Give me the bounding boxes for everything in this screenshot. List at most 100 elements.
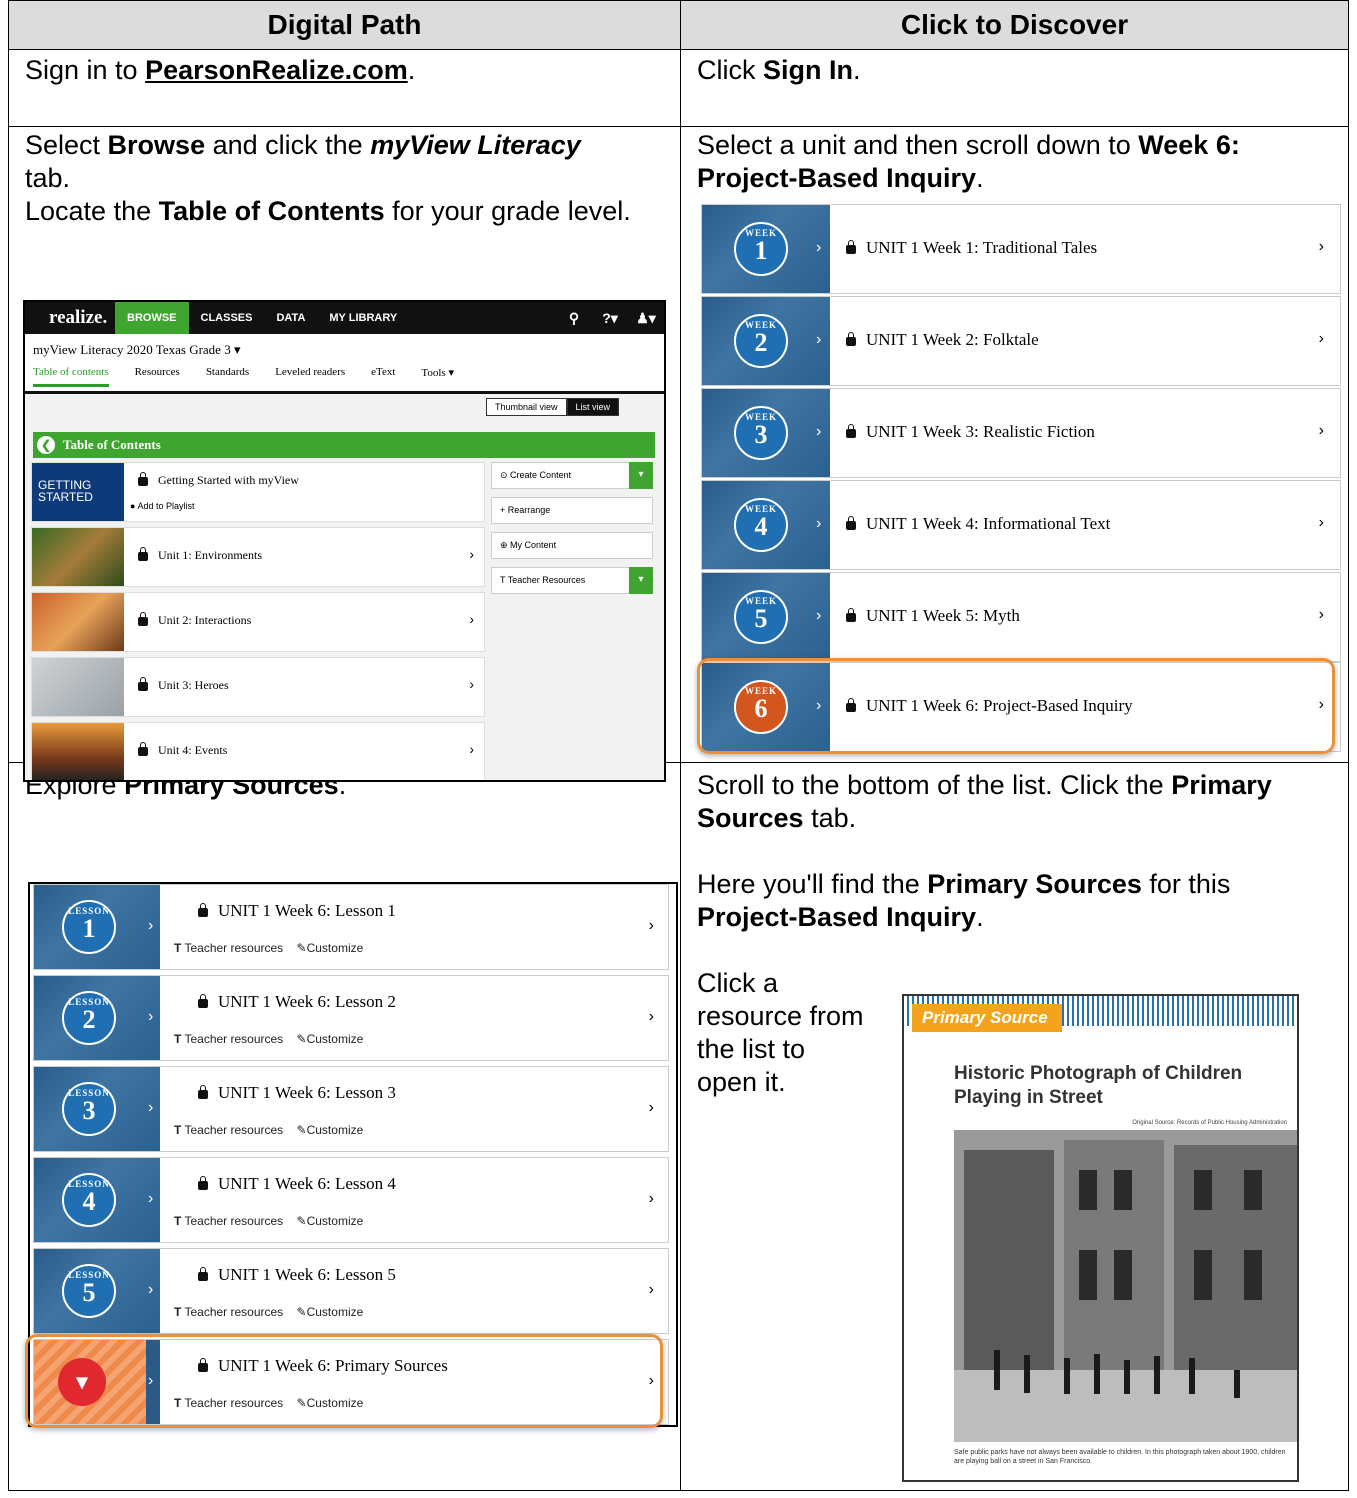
highlight-primary-sources	[25, 1334, 663, 1428]
chevron-right-icon: ›	[1318, 514, 1324, 531]
nav-my-library[interactable]: MY LIBRARY	[317, 302, 409, 334]
lesson-row[interactable]: LESSON 4 › UNIT 1 Week 6: Lesson 4T Teacher…	[33, 1157, 669, 1243]
lock-icon	[138, 546, 148, 561]
teacher-resources-link[interactable]: Teacher resources	[184, 1032, 283, 1046]
expand-arrow-icon: ›	[148, 1190, 154, 1207]
expand-arrow-icon: ›	[148, 1008, 154, 1025]
tab-etext[interactable]: eText	[371, 366, 395, 387]
lesson-number-badge: LESSON 4	[62, 1173, 116, 1227]
lesson-number-badge: LESSON 1	[62, 900, 116, 954]
list-view-button[interactable]: List view	[566, 398, 620, 416]
chevron-right-icon: ›	[469, 741, 474, 757]
customize-link[interactable]: Customize	[307, 1305, 364, 1319]
chevron-right-icon: ›	[648, 1099, 654, 1116]
lock-icon	[846, 331, 856, 346]
week-row[interactable]: WEEK 3 › UNIT 1 Week 3: Realistic Fiction ›	[701, 388, 1341, 478]
tab-standards[interactable]: Standards	[206, 366, 249, 387]
chevron-right-icon: ›	[1318, 422, 1324, 439]
user-icon[interactable]: ♟▾	[628, 310, 664, 327]
lock-icon	[198, 1266, 208, 1281]
thumbnail-view-button[interactable]: Thumbnail view	[486, 398, 567, 416]
header-digital-path: Digital Path	[8, 0, 681, 50]
getting-started-image: GETTING STARTED	[32, 463, 124, 521]
nav-classes[interactable]: CLASSES	[189, 302, 265, 334]
lesson-row[interactable]: LESSON 2 › UNIT 1 Week 6: Lesson 2T Teacher…	[33, 975, 669, 1061]
tab-leveled-readers[interactable]: Leveled readers	[275, 366, 345, 387]
view-toggle: Thumbnail view List view	[486, 398, 620, 416]
header-click-to-discover: Click to Discover	[680, 0, 1349, 50]
chevron-down-icon[interactable]: ▾	[629, 462, 653, 489]
primary-source-title: Historic Photograph of Children Playing …	[954, 1063, 1243, 1108]
edit-icon: ✎	[296, 941, 307, 955]
chevron-right-icon: ›	[469, 546, 474, 562]
edit-icon: ✎	[296, 1032, 307, 1046]
unit-row[interactable]: Unit 3: Heroes ›	[31, 657, 485, 717]
tab-resources[interactable]: Resources	[135, 366, 180, 387]
unit-row[interactable]: Unit 2: Interactions ›	[31, 592, 485, 652]
chevron-down-icon[interactable]: ▾	[629, 567, 653, 594]
realize-logo: realize.	[49, 307, 108, 328]
realize-topbar: realize. BROWSE CLASSES DATA MY LIBRARY …	[25, 302, 664, 334]
week-row[interactable]: WEEK 2 › UNIT 1 Week 2: Folktale ›	[701, 296, 1341, 386]
week-number-badge: WEEK 5	[734, 590, 788, 644]
expand-arrow-icon: ›	[148, 1281, 154, 1298]
teacher-resources-link[interactable]: Teacher resources	[184, 1214, 283, 1228]
lock-icon	[138, 741, 148, 756]
customize-link[interactable]: Customize	[307, 1032, 364, 1046]
getting-started-row[interactable]: GETTING STARTED Getting Started with myV…	[31, 462, 485, 522]
sign-in-instruction: Sign in to PearsonRealize.com.	[8, 49, 681, 127]
back-arrow-icon[interactable]: ❮	[37, 436, 55, 454]
unit-3-image	[32, 658, 124, 716]
teacher-resources-button[interactable]: T Teacher Resources ▾	[491, 567, 653, 594]
primary-source-caption: Safe public parks have not always been a…	[954, 1449, 1286, 1465]
tab-table-of-contents[interactable]: Table of contents	[33, 366, 109, 387]
chevron-right-icon: ›	[469, 611, 474, 627]
lesson-row[interactable]: LESSON 5 › UNIT 1 Week 6: Lesson 5T Teacher…	[33, 1248, 669, 1334]
chevron-right-icon: ›	[648, 917, 654, 934]
primary-source-preview[interactable]: Primary Source Historic Photograph of Ch…	[902, 994, 1299, 1482]
lesson-number-badge: LESSON 5	[62, 1264, 116, 1318]
lesson-row[interactable]: LESSON 3 › UNIT 1 Week 6: Lesson 3T Teacher…	[33, 1066, 669, 1152]
unit-1-image	[32, 528, 124, 586]
unit-row[interactable]: Unit 4: Events ›	[31, 722, 485, 780]
lock-icon	[846, 515, 856, 530]
week-row[interactable]: WEEK 4 › UNIT 1 Week 4: Informational Text ›	[701, 480, 1341, 570]
add-to-playlist-link[interactable]: ● Add to Playlist	[130, 501, 194, 511]
help-icon[interactable]: ?▾	[592, 310, 628, 327]
historic-photograph	[954, 1130, 1297, 1442]
customize-link[interactable]: Customize	[307, 941, 364, 955]
program-header: myView Literacy 2020 Texas Grade 3 ▾ Tab…	[25, 334, 664, 394]
lock-icon	[198, 1175, 208, 1190]
teacher-resources-link[interactable]: Teacher resources	[184, 1123, 283, 1137]
teacher-resources-link[interactable]: Teacher resources	[184, 941, 283, 955]
program-selector[interactable]: myView Literacy 2020 Texas Grade 3 ▾	[33, 342, 656, 358]
my-content-button[interactable]: ⊕ My Content	[491, 532, 653, 559]
search-icon[interactable]: ⚲	[556, 310, 592, 327]
pearson-realize-link[interactable]: PearsonRealize.com	[145, 55, 408, 85]
rearrange-button[interactable]: + Rearrange	[491, 497, 653, 524]
teacher-resources-icon: T	[174, 1305, 182, 1319]
customize-link[interactable]: Customize	[307, 1214, 364, 1228]
nav-browse[interactable]: BROWSE	[115, 302, 189, 334]
week-number-badge: WEEK 2	[734, 314, 788, 368]
week-row[interactable]: WEEK 1 › UNIT 1 Week 1: Traditional Tales ›	[701, 204, 1341, 294]
week-number-badge: WEEK 4	[734, 498, 788, 552]
chevron-right-icon: ›	[1318, 606, 1324, 623]
tab-tools[interactable]: Tools ▾	[421, 366, 454, 387]
teacher-resources-icon: T	[174, 1032, 182, 1046]
week-number-badge: WEEK 3	[734, 406, 788, 460]
lock-icon	[198, 993, 208, 1008]
lesson-row[interactable]: LESSON 1 › UNIT 1 Week 6: Lesson 1T Teacher…	[33, 884, 669, 970]
chevron-right-icon: ›	[1318, 330, 1324, 347]
teacher-resources-icon: T	[174, 941, 182, 955]
primary-source-tag: Primary Source	[912, 1004, 1062, 1032]
teacher-resources-link[interactable]: Teacher resources	[184, 1305, 283, 1319]
chevron-right-icon: ›	[648, 1008, 654, 1025]
expand-arrow-icon: ›	[816, 607, 822, 624]
nav-data[interactable]: DATA	[264, 302, 317, 334]
lesson-number-badge: LESSON 3	[62, 1082, 116, 1136]
create-content-button[interactable]: ⊙ Create Content ▾	[491, 462, 653, 489]
customize-link[interactable]: Customize	[307, 1123, 364, 1137]
unit-row[interactable]: Unit 1: Environments ›	[31, 527, 485, 587]
week-row[interactable]: WEEK 5 › UNIT 1 Week 5: Myth ›	[701, 572, 1341, 662]
